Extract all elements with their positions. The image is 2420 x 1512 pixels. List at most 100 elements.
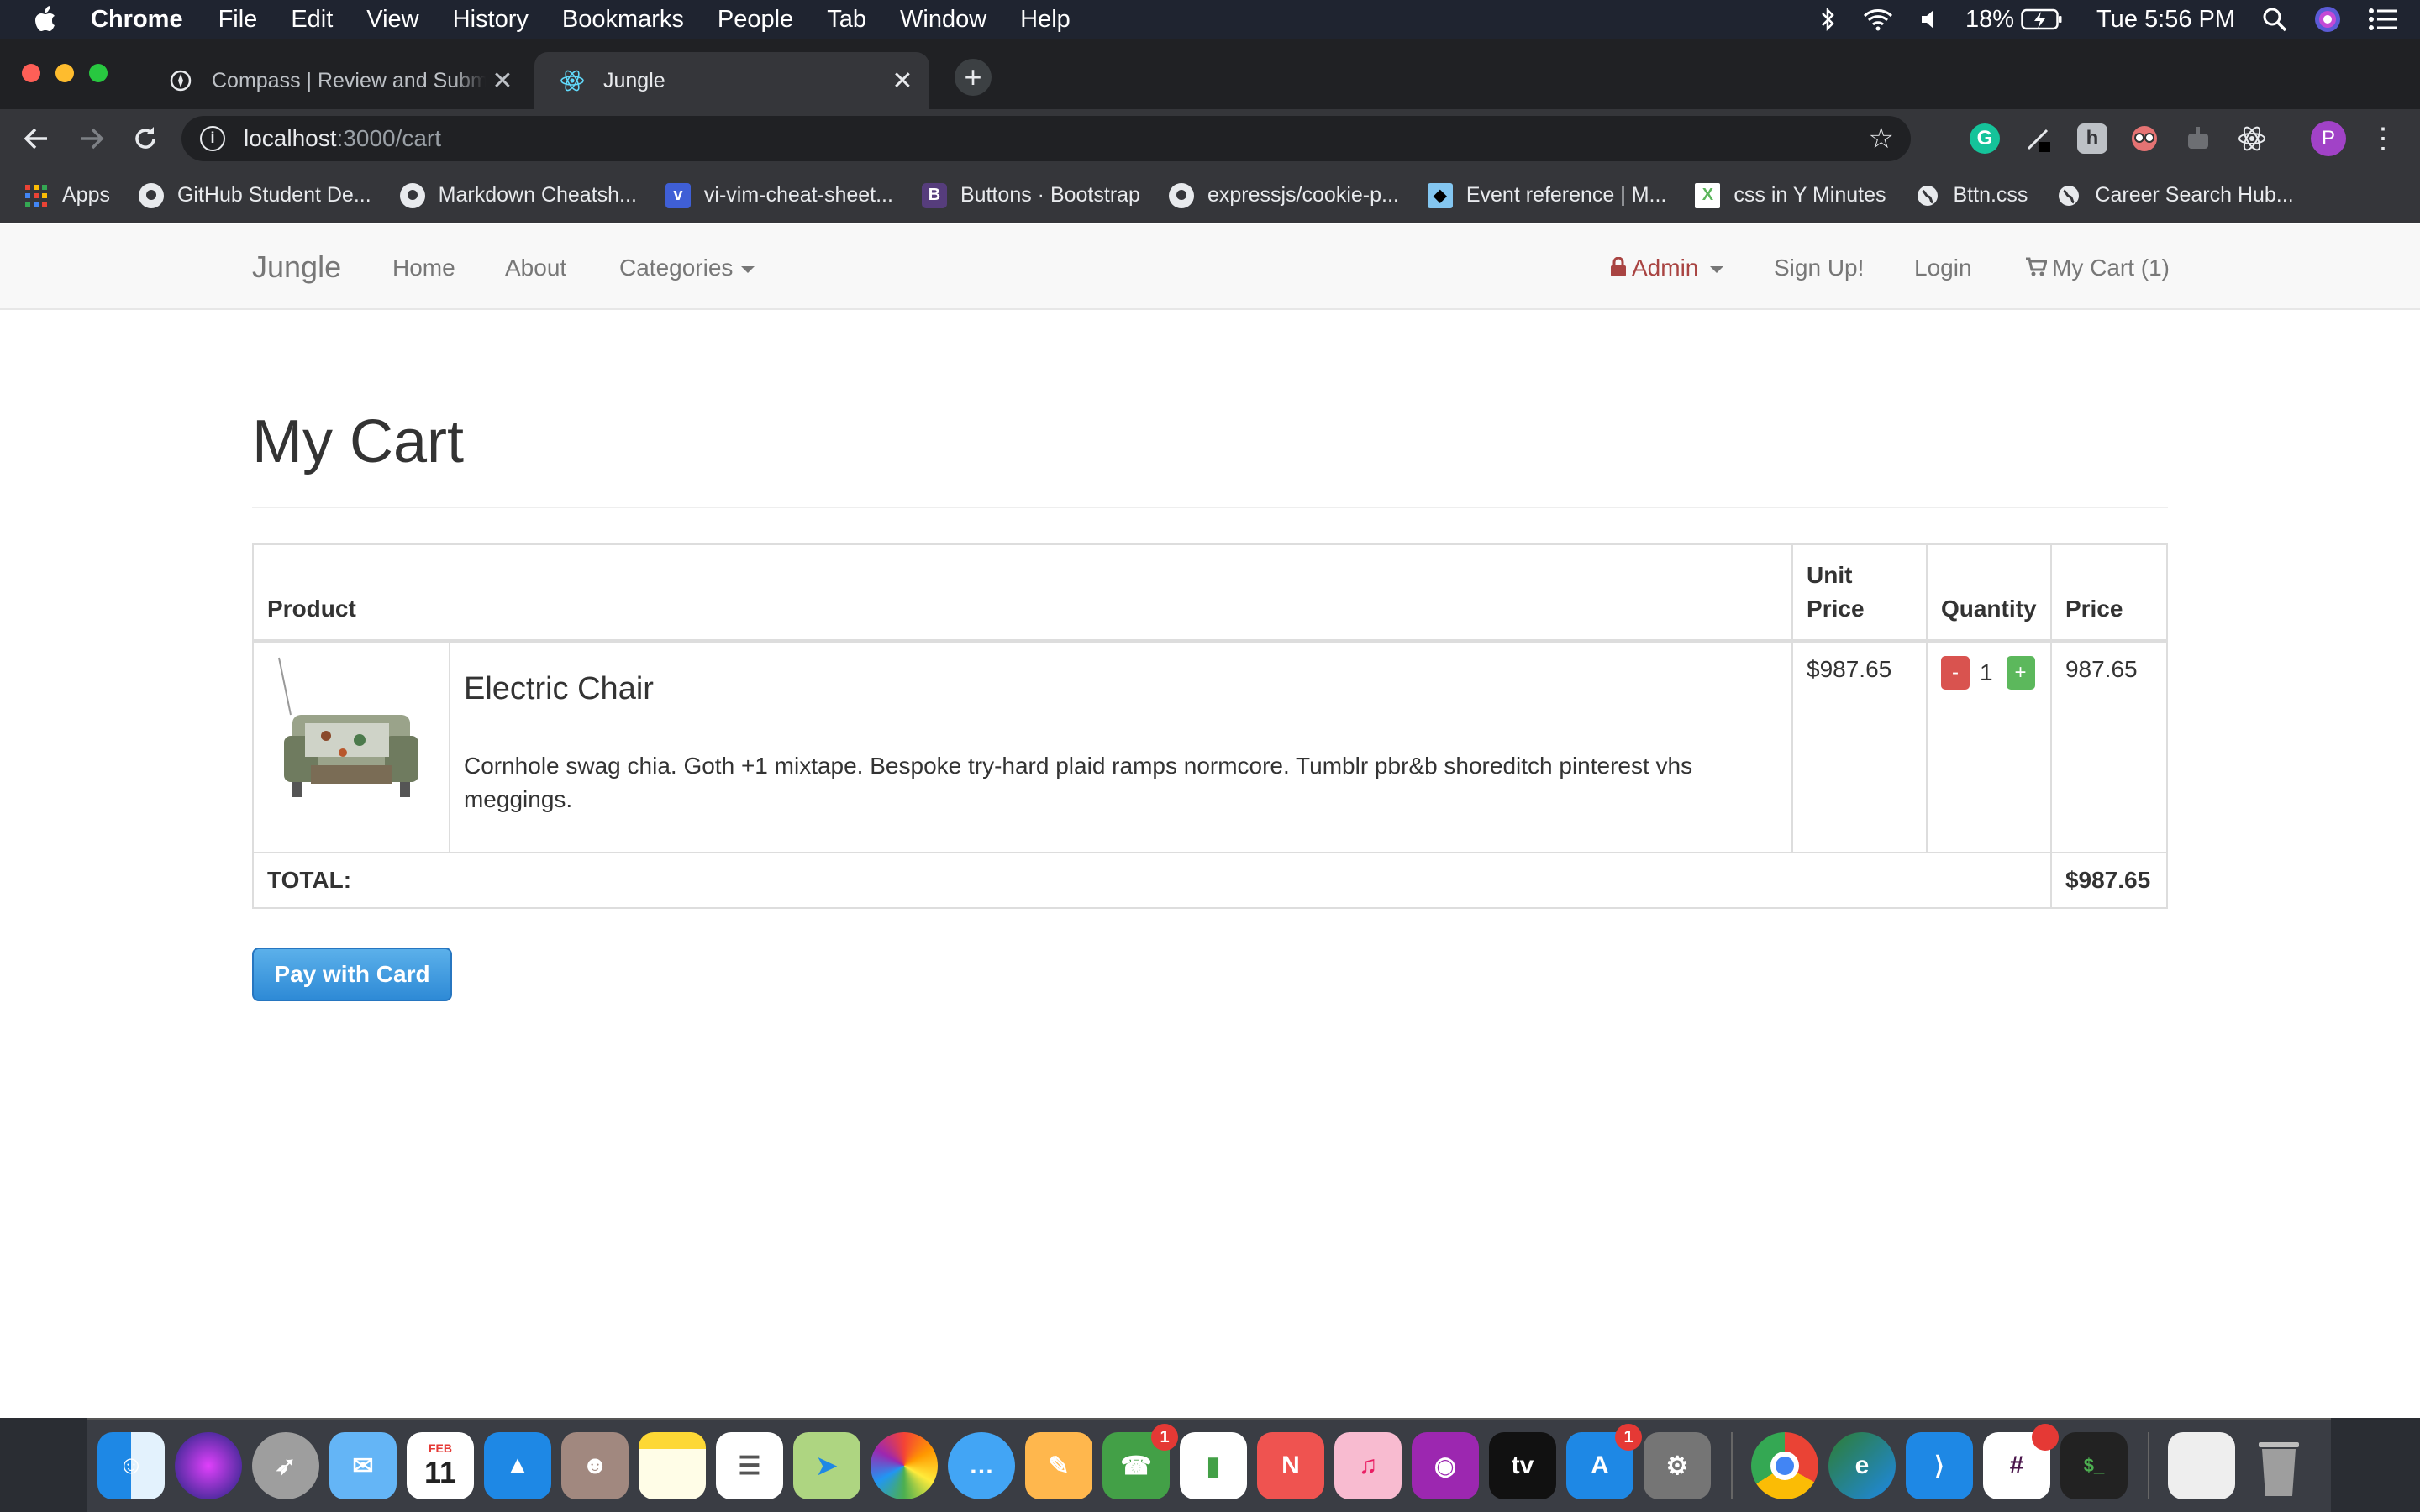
- nav-categories-label: Categories: [619, 255, 734, 281]
- menu-file[interactable]: File: [218, 6, 258, 34]
- xy-icon: X: [1695, 182, 1721, 208]
- contacts-icon[interactable]: ☻: [561, 1432, 629, 1499]
- menu-history[interactable]: History: [453, 6, 529, 34]
- nav-categories-dropdown[interactable]: Categories: [619, 255, 755, 281]
- menu-bookmarks[interactable]: Bookmarks: [562, 6, 684, 34]
- bookmark-cookie-parser[interactable]: expressjs/cookie-p...: [1168, 182, 1399, 208]
- react-devtools-icon[interactable]: [2237, 123, 2267, 154]
- profile-avatar[interactable]: P: [2311, 121, 2346, 156]
- menu-view[interactable]: View: [366, 6, 418, 34]
- app-store-icon[interactable]: A1: [1566, 1424, 1642, 1499]
- nav-admin-dropdown[interactable]: Admin: [1610, 255, 1724, 281]
- reminders-icon[interactable]: ☰: [716, 1432, 783, 1499]
- pages-icon[interactable]: ✎: [1025, 1432, 1092, 1499]
- news-icon[interactable]: N: [1257, 1432, 1324, 1499]
- grammarly-icon[interactable]: G: [1970, 123, 2000, 154]
- menu-tab[interactable]: Tab: [827, 6, 866, 34]
- bookmark-bootstrap-buttons[interactable]: B Buttons · Bootstrap: [921, 182, 1140, 208]
- spotlight-search-icon[interactable]: [2262, 7, 2287, 32]
- chrome-icon[interactable]: [1751, 1432, 1818, 1499]
- decrease-quantity-button[interactable]: -: [1940, 656, 1970, 690]
- control-center-icon[interactable]: [2368, 8, 2398, 31]
- bookmark-career-search[interactable]: Career Search Hub...: [2056, 183, 2294, 208]
- back-arrow-icon[interactable]: [17, 119, 55, 158]
- calendar-icon[interactable]: FEB 11: [407, 1432, 474, 1499]
- music-icon[interactable]: ♫: [1334, 1432, 1402, 1499]
- notes-icon[interactable]: [639, 1432, 706, 1499]
- numbers-icon[interactable]: ▮: [1180, 1432, 1247, 1499]
- nav-about[interactable]: About: [505, 255, 566, 281]
- pay-with-card-button[interactable]: Pay with Card: [252, 948, 452, 1001]
- increase-quantity-button[interactable]: +: [2006, 656, 2035, 690]
- wifi-icon[interactable]: [1863, 8, 1893, 31]
- quantity-stepper: - 1 +: [1940, 656, 2037, 690]
- menu-edit[interactable]: Edit: [291, 6, 333, 34]
- bookmark-event-reference[interactable]: ◆ Event reference | M...: [1427, 182, 1666, 208]
- apps-grid-icon: [24, 183, 49, 208]
- product-image[interactable]: [267, 656, 432, 821]
- system-preferences-icon[interactable]: ⚙: [1644, 1432, 1711, 1499]
- bookmark-vim-cheatsheet[interactable]: v vi-vim-cheat-sheet...: [665, 182, 893, 208]
- edge-icon[interactable]: e: [1828, 1432, 1896, 1499]
- hypothesis-icon[interactable]: h: [2077, 123, 2107, 154]
- nav-login[interactable]: Login: [1914, 255, 1972, 281]
- apple-icon[interactable]: [32, 5, 66, 34]
- robot-extension-icon[interactable]: [2183, 123, 2213, 154]
- tab-close-icon[interactable]: ✕: [486, 66, 519, 96]
- nav-my-cart[interactable]: My Cart (1): [2025, 255, 2170, 281]
- podcasts-icon[interactable]: ◉: [1412, 1432, 1479, 1499]
- forward-arrow-icon[interactable]: [72, 119, 111, 158]
- site-info-icon[interactable]: i: [200, 126, 225, 151]
- window-close-button[interactable]: [22, 64, 40, 82]
- maps-icon[interactable]: ➤: [793, 1432, 860, 1499]
- vscode-icon[interactable]: ⟩: [1906, 1432, 1973, 1499]
- battery-icon[interactable]: [2021, 8, 2063, 30]
- siri-icon[interactable]: [175, 1432, 242, 1499]
- nav-signup[interactable]: Sign Up!: [1774, 255, 1864, 281]
- nav-home[interactable]: Home: [392, 255, 455, 281]
- tab-compass[interactable]: Compass | Review and Submit Ju ✕: [143, 52, 529, 109]
- window-minimize-button[interactable]: [55, 64, 74, 82]
- tab-close-icon[interactable]: ✕: [886, 66, 919, 96]
- volume-icon[interactable]: [1920, 8, 1939, 30]
- url-host: localhost: [244, 125, 337, 151]
- siri-icon[interactable]: [2314, 6, 2341, 33]
- mail-icon[interactable]: ✉: [329, 1432, 397, 1499]
- reload-icon[interactable]: [126, 119, 165, 158]
- menu-app-name[interactable]: Chrome: [91, 6, 183, 34]
- new-tab-button[interactable]: +: [955, 59, 992, 96]
- bookmark-star-icon[interactable]: ☆: [1869, 122, 1894, 155]
- bookmark-bttn-css[interactable]: Bttn.css: [1915, 183, 2028, 208]
- pen-extension-icon[interactable]: [2023, 123, 2054, 154]
- facetime-icon[interactable]: ☎ 1: [1102, 1424, 1178, 1499]
- product-name[interactable]: Electric Chair: [464, 671, 1778, 707]
- slack-icon[interactable]: #: [1983, 1424, 2059, 1499]
- menubar-clock[interactable]: Tue 5:56 PM: [2096, 6, 2235, 34]
- apple-tv-icon[interactable]: tv: [1489, 1432, 1556, 1499]
- downloads-stack-icon[interactable]: [2168, 1432, 2235, 1499]
- bookmark-markdown-cheatsheet[interactable]: Markdown Cheatsh...: [399, 182, 637, 208]
- compass-icon: [168, 68, 193, 93]
- terminal-icon[interactable]: $_: [2060, 1432, 2128, 1499]
- keynote-icon[interactable]: ▲: [484, 1432, 551, 1499]
- bookmark-apps[interactable]: Apps: [24, 183, 110, 208]
- bluetooth-icon[interactable]: [1819, 7, 1836, 32]
- trash-icon[interactable]: [2245, 1432, 2312, 1499]
- launchpad-icon[interactable]: ➶: [252, 1432, 319, 1499]
- address-bar[interactable]: i localhost:3000/cart ☆: [182, 116, 1911, 161]
- bookmark-css-in-y-minutes[interactable]: X css in Y Minutes: [1695, 182, 1886, 208]
- finder-icon[interactable]: ☺: [97, 1432, 165, 1499]
- window-zoom-button[interactable]: [89, 64, 108, 82]
- menu-people[interactable]: People: [718, 6, 793, 34]
- github-icon: [1168, 182, 1194, 208]
- battery-percent[interactable]: 18%: [1965, 6, 2014, 34]
- glasses-extension-icon[interactable]: [2129, 123, 2160, 154]
- chrome-menu-icon[interactable]: ⋮: [2368, 123, 2398, 154]
- bookmark-github-student[interactable]: GitHub Student De...: [138, 182, 371, 208]
- menu-window[interactable]: Window: [900, 6, 986, 34]
- messages-icon[interactable]: …: [948, 1432, 1015, 1499]
- photos-icon[interactable]: [871, 1432, 938, 1499]
- site-brand[interactable]: Jungle: [252, 249, 341, 285]
- menu-help[interactable]: Help: [1020, 6, 1071, 34]
- tab-jungle[interactable]: Jungle ✕: [534, 52, 929, 109]
